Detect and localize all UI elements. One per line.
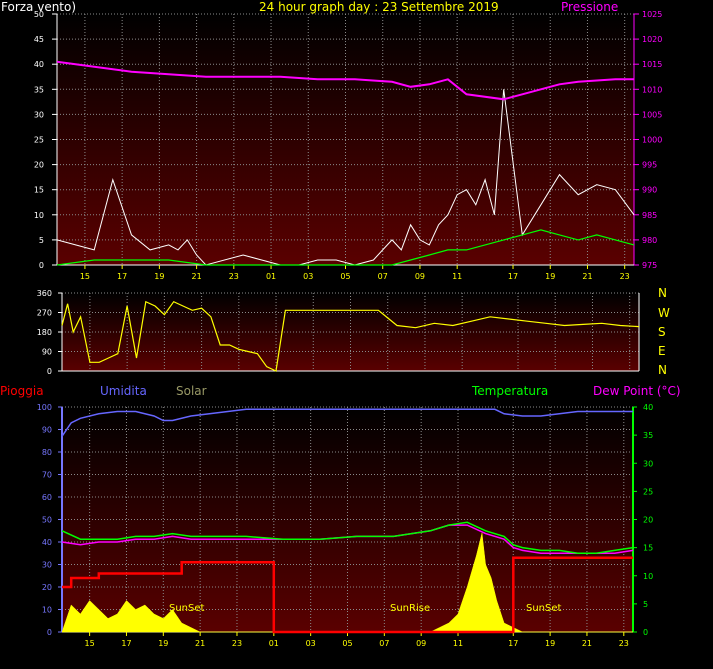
wind-xtick-label-10: 11 <box>452 272 462 281</box>
annotation-sunrise: SunRise <box>390 603 431 614</box>
pressure-ytick-label-3: 990 <box>642 186 657 195</box>
annotation-sunset-1: SunSet <box>169 603 205 614</box>
rt-xtick-label-3: 21 <box>195 639 205 648</box>
wind-xtick-label-0: 15 <box>80 272 90 281</box>
rt-xtick-label-0: 15 <box>85 639 95 648</box>
wind-xtick-label-1: 17 <box>117 272 127 281</box>
chart-title: 24 hour graph day : 23 Settembre 2019 <box>259 0 499 14</box>
humidity-ytick-label-5: 50 <box>42 516 52 525</box>
compass-west: W <box>658 306 670 320</box>
rt-xtick-label-14: 23 <box>619 639 629 648</box>
rt-xtick-label-13: 21 <box>582 639 592 648</box>
rt-xtick-label-5: 01 <box>269 639 279 648</box>
humidity-ytick-label-3: 30 <box>42 561 52 570</box>
temperature-ytick-label-8: 40 <box>643 403 653 412</box>
temperature-ytick-label-1: 5 <box>643 600 648 609</box>
humidity-ytick-label-10: 100 <box>37 403 52 412</box>
wind-xtick-label-6: 03 <box>303 272 313 281</box>
wind-ytick-label-1: 5 <box>39 236 44 245</box>
pressure-ytick-label-5: 1000 <box>642 136 662 145</box>
humidity-ytick-label-7: 70 <box>42 471 52 480</box>
wind-ytick-label-4: 20 <box>34 161 44 170</box>
wind-ytick-label-8: 40 <box>34 60 44 69</box>
temperature-ytick-label-3: 15 <box>643 544 653 553</box>
pressure-ytick-label-10: 1025 <box>642 10 662 19</box>
wind-xtick-label-11: 17 <box>508 272 518 281</box>
humidity-ytick-label-9: 90 <box>42 426 52 435</box>
temperature-ytick-label-2: 10 <box>643 572 653 581</box>
temperature-ytick-label-6: 30 <box>643 459 653 468</box>
wind-xtick-label-5: 01 <box>266 272 276 281</box>
pressure-ytick-label-4: 995 <box>642 161 657 170</box>
humidity-ytick-label-0: 0 <box>47 628 52 637</box>
humidity-ytick-label-4: 40 <box>42 538 52 547</box>
rt-xtick-label-12: 19 <box>545 639 555 648</box>
annotation-sunset-2: SunSet <box>526 603 562 614</box>
compass-north: N <box>658 286 667 300</box>
legend-solar: Solar <box>176 384 207 398</box>
rt-xtick-label-11: 17 <box>508 639 518 648</box>
humidity-ytick-label-2: 20 <box>42 583 52 592</box>
rt-xtick-label-10: 11 <box>453 639 463 648</box>
rt-xtick-label-7: 05 <box>342 639 352 648</box>
wind-ytick-label-0: 0 <box>39 261 44 270</box>
wind-xtick-label-7: 05 <box>340 272 350 281</box>
wind-xtick-label-12: 19 <box>545 272 555 281</box>
pressure-ytick-label-6: 1005 <box>642 110 662 119</box>
temperature-ytick-label-0: 0 <box>643 628 648 637</box>
direction-ytick-label-2: 180 <box>37 328 52 337</box>
pressure-ytick-label-9: 1020 <box>642 35 662 44</box>
pressure-ytick-label-8: 1015 <box>642 60 662 69</box>
pressure-ytick-label-0: 975 <box>642 261 657 270</box>
weather-chart: 0510152025303540455097598098599099510001… <box>34 10 663 648</box>
wind-ytick-label-6: 30 <box>34 110 44 119</box>
wind-ytick-label-2: 10 <box>34 211 44 220</box>
pressure-ytick-label-1: 980 <box>642 236 657 245</box>
temperature-ytick-label-4: 20 <box>643 516 653 525</box>
rt-xtick-label-9: 09 <box>416 639 426 648</box>
wind-xtick-label-9: 09 <box>415 272 425 281</box>
pressure-axis-title: Pressione <box>561 0 619 14</box>
wind-xtick-label-4: 23 <box>229 272 239 281</box>
wind-ytick-label-5: 25 <box>34 136 44 145</box>
compass-east: E <box>658 344 666 358</box>
wind-xtick-label-13: 21 <box>582 272 592 281</box>
temperature-ytick-label-7: 35 <box>643 431 653 440</box>
legend-temperature: Temperatura <box>472 384 549 398</box>
pressure-ytick-label-7: 1010 <box>642 85 662 94</box>
rt-xtick-label-1: 17 <box>121 639 131 648</box>
humidity-ytick-label-6: 60 <box>42 493 52 502</box>
wind-xtick-label-2: 19 <box>154 272 164 281</box>
wind-ytick-label-3: 15 <box>34 186 44 195</box>
direction-ytick-label-0: 0 <box>47 367 52 376</box>
compass-south: S <box>658 325 666 339</box>
rt-xtick-label-6: 03 <box>306 639 316 648</box>
wind-ytick-label-7: 35 <box>34 85 44 94</box>
legend-rain: Pioggia <box>0 384 44 398</box>
wind-ytick-label-9: 45 <box>34 35 44 44</box>
rt-xtick-label-8: 07 <box>379 639 389 648</box>
rt-xtick-label-4: 23 <box>232 639 242 648</box>
wind-axis-title: Forza vento) <box>1 0 77 14</box>
wind-xtick-label-3: 21 <box>192 272 202 281</box>
wind-xtick-label-8: 07 <box>378 272 388 281</box>
direction-ytick-label-1: 90 <box>42 348 52 357</box>
humidity-ytick-label-1: 10 <box>42 606 52 615</box>
pressure-ytick-label-2: 985 <box>642 211 657 220</box>
humidity-ytick-label-8: 80 <box>42 448 52 457</box>
legend-humidity: Umidita <box>100 384 147 398</box>
wind-xtick-label-14: 23 <box>620 272 630 281</box>
legend-dewpoint: Dew Point (°C) <box>593 384 681 398</box>
direction-ytick-label-4: 360 <box>37 289 52 298</box>
compass-north-2: N <box>658 363 667 377</box>
direction-ytick-label-3: 270 <box>37 309 52 318</box>
rt-xtick-label-2: 19 <box>158 639 168 648</box>
temperature-ytick-label-5: 25 <box>643 487 653 496</box>
